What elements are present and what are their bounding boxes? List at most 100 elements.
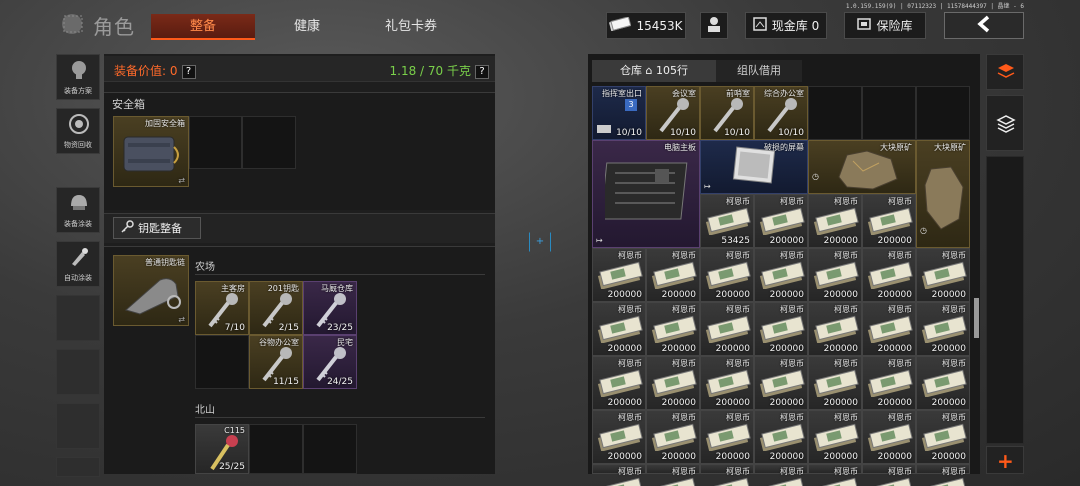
money-item[interactable]: 柯恩币 200000: [862, 302, 916, 356]
money-item[interactable]: 柯恩币: [808, 464, 862, 486]
item-count: 200000: [769, 452, 804, 462]
warehouse-item[interactable]: 前哨室 10/10: [700, 86, 754, 140]
money-item[interactable]: 柯恩币 200000: [916, 356, 970, 410]
key-slot[interactable]: [195, 335, 249, 389]
tab-health[interactable]: 健康: [268, 14, 346, 40]
safe-box-slot[interactable]: [242, 116, 296, 169]
warehouse-item[interactable]: 大块原矿 ◷: [808, 140, 916, 194]
item-name: 柯恩币: [672, 413, 696, 422]
split-handle[interactable]: +: [529, 232, 551, 252]
money-item[interactable]: 柯恩币 200000: [862, 410, 916, 464]
money-item[interactable]: 柯恩币 200000: [592, 356, 646, 410]
warehouse-item[interactable]: 破损的屏幕 ↦: [700, 140, 808, 194]
card-icon: [597, 125, 611, 133]
money-item[interactable]: 柯恩币 200000: [754, 302, 808, 356]
key-item[interactable]: 主客房 7/10: [195, 281, 249, 335]
money-item[interactable]: 柯恩币: [916, 464, 970, 486]
money-item[interactable]: 柯恩币 200000: [754, 248, 808, 302]
sidebar-item-label: 物资回收: [64, 141, 92, 149]
key-item[interactable]: C115 25/25: [195, 424, 249, 474]
cash-vault-label: 现金库 0: [771, 19, 820, 33]
money-item[interactable]: 柯恩币 200000: [808, 248, 862, 302]
item-count: 11/15: [273, 377, 299, 387]
money-item[interactable]: 柯恩币 200000: [862, 248, 916, 302]
money-item[interactable]: 柯恩币 200000: [808, 356, 862, 410]
sidebar-item-paint[interactable]: 装备涂装: [56, 187, 100, 233]
warehouse-item[interactable]: 电脑主板 ↦: [592, 140, 700, 248]
money-item[interactable]: 柯恩币 200000: [592, 302, 646, 356]
key-item[interactable]: 201钥匙 2/15: [249, 281, 303, 335]
warehouse-slot[interactable]: [916, 86, 970, 140]
safe-box-slot[interactable]: [189, 116, 242, 169]
money-item[interactable]: 柯恩币 200000: [862, 356, 916, 410]
money-item[interactable]: 柯恩币 200000: [862, 194, 916, 248]
money-item[interactable]: 柯恩币 200000: [916, 248, 970, 302]
safe-icon: [857, 18, 872, 33]
item-count: 24/25: [327, 377, 353, 387]
warehouse-item[interactable]: 大块原矿 ◷: [916, 140, 970, 248]
money-item[interactable]: 柯恩币 200000: [700, 248, 754, 302]
trader-button[interactable]: [700, 12, 728, 39]
key-item[interactable]: 谷物办公室 11/15: [249, 335, 303, 389]
money-item[interactable]: 柯恩币 200000: [916, 302, 970, 356]
scrollbar-thumb[interactable]: [974, 298, 979, 338]
money-item[interactable]: 柯恩币: [592, 464, 646, 486]
money-item[interactable]: 柯恩币 200000: [592, 410, 646, 464]
warehouse-item[interactable]: 指挥室出口 3 10/10: [592, 86, 646, 140]
stack-button[interactable]: [986, 95, 1024, 151]
weight-display: 1.18 / 70 千克?: [390, 62, 489, 79]
item-count: 200000: [769, 290, 804, 300]
help-icon[interactable]: ?: [181, 64, 196, 79]
chevron-left-icon: [976, 15, 992, 36]
safe-box-item[interactable]: 加固安全箱 ⇄: [113, 116, 189, 187]
money-item[interactable]: 柯恩币 200000: [754, 194, 808, 248]
currency-display[interactable]: 15453K: [606, 12, 686, 39]
tab-storage[interactable]: 仓库 ⌂ 105行: [592, 60, 716, 82]
warehouse-item[interactable]: 会议室 10/10: [646, 86, 700, 140]
tab-equipment[interactable]: 整备: [151, 14, 255, 40]
money-item[interactable]: 柯恩币: [646, 464, 700, 486]
safe-button[interactable]: 保险库: [844, 12, 926, 39]
money-item[interactable]: 柯恩币 200000: [700, 410, 754, 464]
sort-button[interactable]: [986, 54, 1024, 90]
cash-vault-button[interactable]: 现金库 0: [745, 12, 827, 39]
banknote-icon: [813, 315, 859, 346]
back-button[interactable]: [944, 12, 1024, 39]
money-item[interactable]: 柯恩币 200000: [646, 356, 700, 410]
money-item[interactable]: 柯恩币 200000: [700, 356, 754, 410]
key-slot[interactable]: [249, 424, 303, 474]
money-item[interactable]: 柯恩币: [700, 464, 754, 486]
money-item[interactable]: 柯恩币: [862, 464, 916, 486]
money-item[interactable]: 柯恩币 200000: [700, 302, 754, 356]
help-icon[interactable]: ?: [475, 64, 489, 79]
tab-gift-cards[interactable]: 礼包卡券: [370, 14, 452, 40]
money-item[interactable]: 柯恩币 200000: [808, 302, 862, 356]
key-slot[interactable]: [303, 424, 357, 474]
warehouse-item[interactable]: 综合办公室 10/10: [754, 86, 808, 140]
sidebar-item-recycle[interactable]: 物资回收: [56, 108, 100, 154]
money-item[interactable]: 柯恩币 200000: [646, 248, 700, 302]
add-button[interactable]: +: [986, 446, 1024, 474]
money-item[interactable]: 柯恩币 200000: [592, 248, 646, 302]
money-item[interactable]: 柯恩币 200000: [754, 410, 808, 464]
money-item[interactable]: 柯恩币 200000: [916, 410, 970, 464]
warehouse-slot[interactable]: [808, 86, 862, 140]
key-item[interactable]: 马厩仓库 23/25: [303, 281, 357, 335]
tab-team-borrow[interactable]: 组队借用: [716, 60, 802, 82]
key-item[interactable]: 民宅 24/25: [303, 335, 357, 389]
money-item[interactable]: 柯恩币 200000: [754, 356, 808, 410]
money-item[interactable]: 柯恩币: [754, 464, 808, 486]
money-item[interactable]: 柯恩币 53425: [700, 194, 754, 248]
warehouse-slot[interactable]: [862, 86, 916, 140]
sidebar-item-loadout[interactable]: 装备方案: [56, 54, 100, 100]
money-item[interactable]: 柯恩币 200000: [646, 410, 700, 464]
key-loadout-button[interactable]: 钥匙整备: [113, 217, 201, 239]
banknote-icon: [597, 369, 643, 400]
item-name: 柯恩币: [618, 305, 642, 314]
sidebar-item-auto-paint[interactable]: 自动涂装: [56, 241, 100, 287]
money-item[interactable]: 柯恩币 200000: [808, 410, 862, 464]
money-item[interactable]: 柯恩币 200000: [646, 302, 700, 356]
money-item[interactable]: 柯恩币 200000: [808, 194, 862, 248]
keychain-item[interactable]: 普通钥匙链 ⇄: [113, 255, 189, 326]
item-count: 200000: [769, 236, 804, 246]
